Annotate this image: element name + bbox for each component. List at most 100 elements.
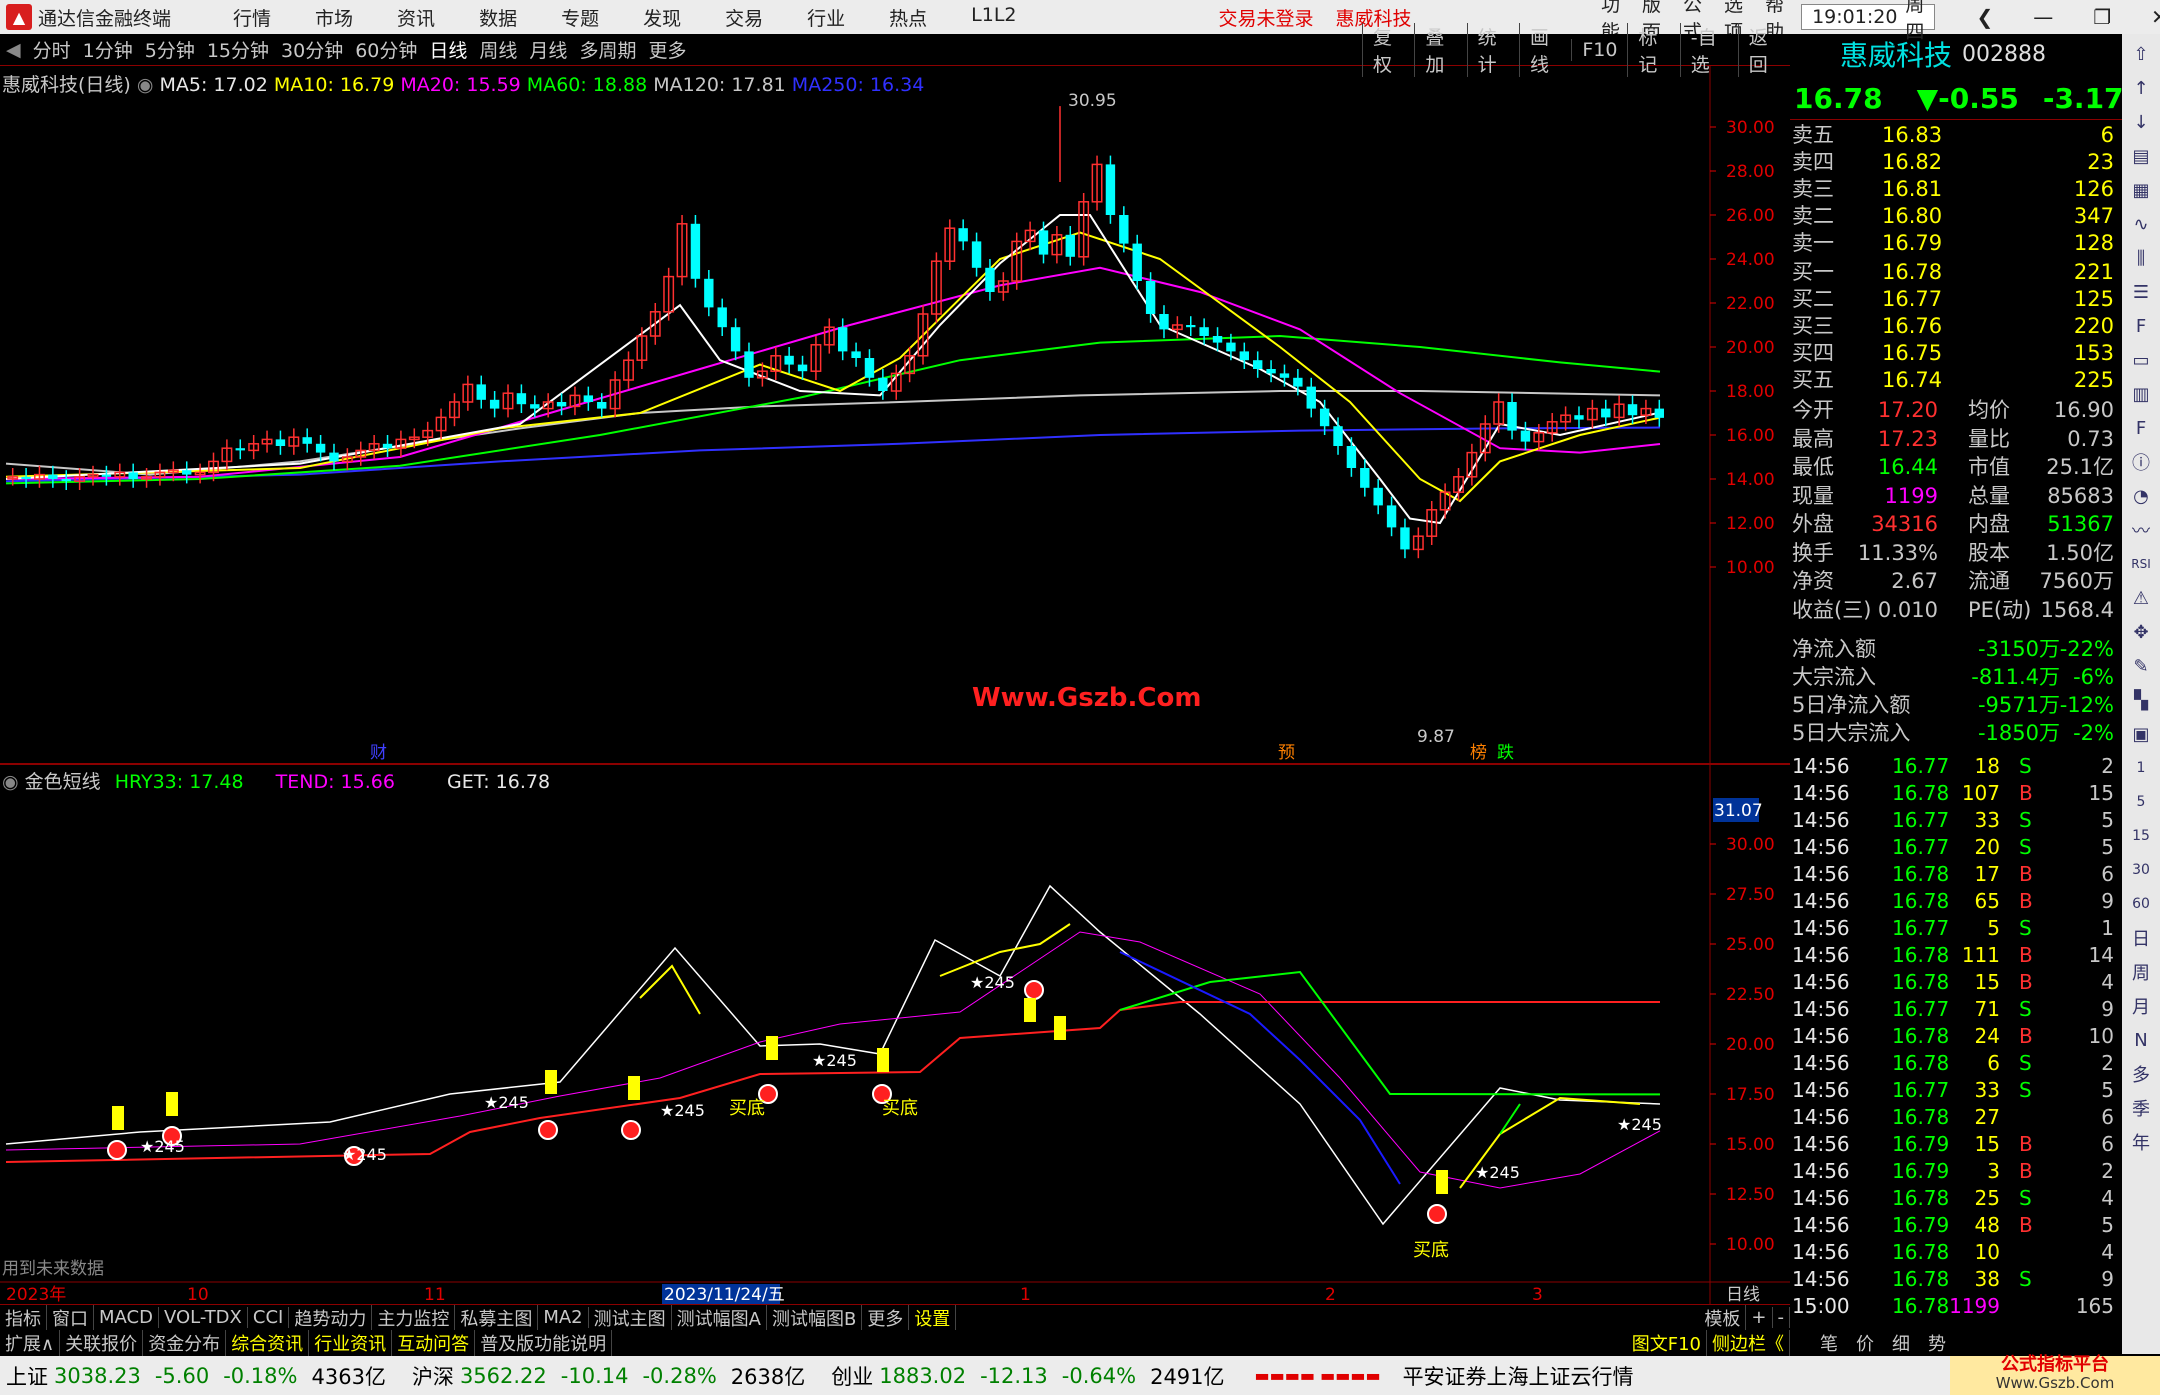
chart-area[interactable]: 30.00 28.00 26.00 24.00 22.00 20.00 18.00 16.00… bbox=[0, 66, 1790, 1304]
side-tab-n[interactable]: N bbox=[2126, 1026, 2156, 1054]
grid-icon[interactable]: ▦ bbox=[2126, 176, 2156, 204]
restore-icon[interactable]: ❐ bbox=[2082, 5, 2122, 29]
menu-item[interactable]: 资讯 bbox=[375, 4, 457, 31]
pen-icon[interactable]: ✎ bbox=[2126, 652, 2156, 680]
tab-more[interactable]: 更多 bbox=[862, 1304, 910, 1331]
period-tab[interactable]: 月线 bbox=[523, 36, 573, 63]
tab-private-main[interactable]: 私募主图 bbox=[455, 1304, 539, 1331]
ask-row[interactable]: 卖二 16.80 347 bbox=[1792, 203, 2118, 230]
menu-item[interactable]: 发现 bbox=[621, 4, 703, 31]
doc-icon[interactable]: ▭ bbox=[2126, 346, 2156, 374]
tab-related-quotes[interactable]: 关联报价 bbox=[60, 1330, 144, 1356]
drop-marker[interactable]: 跌 bbox=[1497, 743, 1514, 763]
period-tab[interactable]: 5分钟 bbox=[139, 36, 201, 63]
tab-expand[interactable]: 扩展∧ bbox=[0, 1330, 61, 1356]
forecast-marker[interactable]: 预 bbox=[1278, 743, 1295, 763]
rank-marker[interactable]: 榜 bbox=[1470, 743, 1487, 763]
tab-test-a[interactable]: 测试幅图A bbox=[672, 1304, 767, 1331]
f10-button[interactable]: 图文F10 bbox=[1627, 1330, 1707, 1356]
arrow-down-icon[interactable]: ↓ bbox=[2126, 108, 2156, 136]
period-label[interactable]: 30 bbox=[2126, 856, 2156, 884]
tab-industry-news[interactable]: 行业资讯 bbox=[309, 1330, 393, 1356]
bid-row[interactable]: 买五 16.74 225 bbox=[1792, 367, 2118, 394]
period-tab[interactable]: 30分钟 bbox=[275, 36, 349, 63]
wave-icon[interactable]: 〰 bbox=[2126, 516, 2156, 544]
menu-item[interactable]: 数据 bbox=[457, 4, 539, 31]
chart-icon[interactable]: ▤ bbox=[2126, 142, 2156, 170]
bid-row[interactable]: 买二 16.77 125 bbox=[1792, 286, 2118, 313]
period-tab[interactable]: 15分钟 bbox=[201, 36, 275, 63]
remove-button[interactable]: - bbox=[1773, 1307, 1790, 1328]
clock-icon[interactable]: ◔ bbox=[2126, 482, 2156, 510]
period-tab[interactable]: 周线 bbox=[473, 36, 523, 63]
tab-test-b[interactable]: 测试幅图B bbox=[767, 1304, 863, 1331]
ask-row[interactable]: 卖三 16.81 126 bbox=[1792, 176, 2118, 203]
toggle-icon[interactable]: ◀ bbox=[0, 39, 27, 61]
menu-item[interactable]: 市场 bbox=[293, 4, 375, 31]
alarm-icon[interactable]: ⚠ bbox=[2126, 584, 2156, 612]
arrow-up-icon[interactable]: ↑ bbox=[2126, 74, 2156, 102]
tab-main-monitor[interactable]: 主力监控 bbox=[372, 1304, 456, 1331]
sidebar-button[interactable]: 侧边栏《 bbox=[1707, 1330, 1790, 1356]
tab-fund-dist[interactable]: 资金分布 bbox=[143, 1330, 227, 1356]
side-tab-year[interactable]: 年 bbox=[2126, 1128, 2156, 1156]
stack-icon[interactable]: ▣ bbox=[2126, 720, 2156, 748]
period-tab[interactable]: 多周期 bbox=[573, 36, 642, 63]
trade-login-alert[interactable]: 交易未登录 bbox=[1219, 4, 1314, 31]
index-quote[interactable]: 创业 1883.02 -12.13 -0.64% 2491亿 bbox=[825, 1361, 1224, 1391]
move-icon[interactable]: ✥ bbox=[2126, 618, 2156, 646]
up-arrow-icon[interactable]: ⇧ bbox=[2126, 40, 2156, 68]
f2-icon[interactable]: F bbox=[2126, 414, 2156, 442]
bid-row[interactable]: 买四 16.75 153 bbox=[1792, 340, 2118, 367]
ask-row[interactable]: 卖五 16.83 6 bbox=[1792, 122, 2118, 149]
finance-marker[interactable]: 财 bbox=[370, 743, 387, 763]
legend-toggle-icon[interactable]: ◉ bbox=[2, 771, 19, 793]
line-icon[interactable]: ∿ bbox=[2126, 210, 2156, 238]
ask-row[interactable]: 卖四 16.82 23 bbox=[1792, 149, 2118, 176]
bar-icon[interactable]: ▥ bbox=[2126, 380, 2156, 408]
tab-vol[interactable]: VOL-TDX bbox=[159, 1307, 248, 1328]
side-tab-day[interactable]: 日 bbox=[2126, 924, 2156, 952]
menu-item[interactable]: 专题 bbox=[539, 4, 621, 31]
legend-toggle-icon[interactable]: ◉ bbox=[137, 74, 154, 96]
tool-button[interactable]: F10 bbox=[1571, 39, 1627, 61]
menu-item[interactable]: 热点 bbox=[867, 4, 949, 31]
side-tab-month[interactable]: 月 bbox=[2126, 992, 2156, 1020]
close-icon[interactable]: ✕ bbox=[2140, 5, 2160, 29]
period-tab-active[interactable]: 日线 bbox=[423, 36, 473, 63]
tab-bi[interactable]: 笔 bbox=[1820, 1330, 1838, 1356]
tab-help[interactable]: 普及版功能说明 bbox=[475, 1330, 613, 1356]
tab-indicator[interactable]: 指标 bbox=[0, 1304, 47, 1331]
info-icon[interactable]: ⓘ bbox=[2126, 448, 2156, 476]
candle-icon[interactable]: ⫼ bbox=[2126, 244, 2156, 272]
rsi-icon[interactable]: RSI bbox=[2126, 550, 2156, 578]
back-icon[interactable]: ❮ bbox=[1965, 5, 2004, 29]
side-tab-multi[interactable]: 多 bbox=[2126, 1060, 2156, 1088]
tab-settings[interactable]: 设置 bbox=[909, 1304, 957, 1331]
f10-icon[interactable]: F bbox=[2126, 312, 2156, 340]
split-icon[interactable]: ▚ bbox=[2126, 686, 2156, 714]
index-quote[interactable]: 沪深 3562.22 -10.14 -0.28% 2638亿 bbox=[406, 1361, 805, 1391]
period-label[interactable]: 1 bbox=[2126, 754, 2156, 782]
menu-item[interactable]: 行业 bbox=[785, 4, 867, 31]
tab-trend[interactable]: 趋势动力 bbox=[289, 1304, 373, 1331]
menu-item[interactable]: L1L2 bbox=[949, 4, 1038, 31]
period-label[interactable]: 5 bbox=[2126, 788, 2156, 816]
tab-test-main[interactable]: 测试主图 bbox=[589, 1304, 672, 1331]
index-quote[interactable]: 上证 3038.23 -5.60 -0.18% 4363亿 bbox=[0, 1361, 386, 1391]
period-tab[interactable]: 分时 bbox=[27, 36, 77, 63]
menu-item[interactable]: 交易 bbox=[703, 4, 785, 31]
template-button[interactable]: 模板 bbox=[1699, 1304, 1747, 1331]
bid-row[interactable]: 买三 16.76 220 bbox=[1792, 313, 2118, 340]
period-tab[interactable]: 1分钟 bbox=[77, 36, 139, 63]
side-tab-week[interactable]: 周 bbox=[2126, 958, 2156, 986]
period-label[interactable]: 60 bbox=[2126, 890, 2156, 918]
side-tab-quarter[interactable]: 季 bbox=[2126, 1094, 2156, 1122]
minimize-icon[interactable]: — bbox=[2022, 5, 2064, 29]
period-label[interactable]: 15 bbox=[2126, 822, 2156, 850]
tab-window[interactable]: 窗口 bbox=[47, 1304, 94, 1331]
list-icon[interactable]: ☰ bbox=[2126, 278, 2156, 306]
ask-row[interactable]: 卖一 16.79 128 bbox=[1792, 230, 2118, 257]
period-tab[interactable]: 60分钟 bbox=[349, 36, 423, 63]
add-button[interactable]: + bbox=[1746, 1307, 1773, 1328]
